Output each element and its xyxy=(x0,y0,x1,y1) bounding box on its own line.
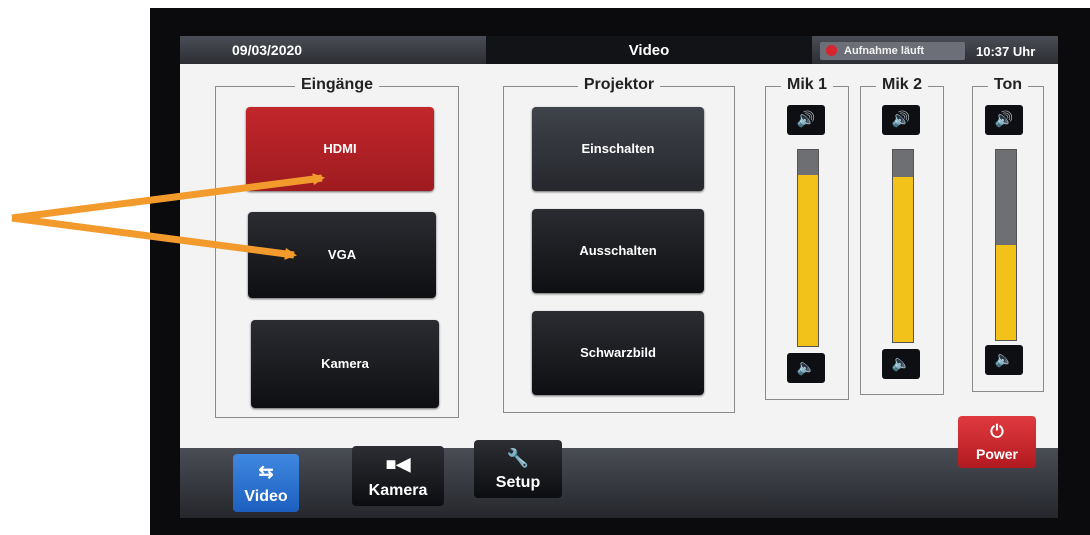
power-button[interactable]: ⏻ Power xyxy=(958,416,1036,468)
inputs-group-label: Eingänge xyxy=(294,76,379,93)
inputs-group: Eingänge HDMI VGA Kamera xyxy=(215,76,459,418)
volume-down-icon: 🔈 xyxy=(994,351,1014,368)
input-kamera-button[interactable]: Kamera xyxy=(251,320,439,408)
wrench-icon: 🔧 xyxy=(506,448,530,468)
video-camera-icon: ■◀ xyxy=(385,454,411,474)
recording-indicator: Aufnahme läuft xyxy=(820,42,965,60)
recording-label: Aufnahme läuft xyxy=(844,45,925,57)
main-content: Eingänge HDMI VGA Kamera Projektor Einsc… xyxy=(180,64,1058,448)
sound-group: Ton 🔊 🔈 xyxy=(972,76,1044,392)
mic1-group: Mik 1 🔊 🔈 xyxy=(765,76,849,400)
mic2-level-meter xyxy=(892,149,914,343)
sound-level-fill xyxy=(996,245,1016,340)
projector-group: Projektor Einschalten Ausschalten Schwar… xyxy=(503,76,735,413)
projector-group-label: Projektor xyxy=(577,76,661,93)
mic2-volume-up-button[interactable]: 🔊 xyxy=(882,105,920,135)
page-title: Video xyxy=(628,42,670,59)
sound-level-meter xyxy=(995,149,1017,341)
mic2-group: Mik 2 🔊 🔈 xyxy=(860,76,944,395)
mic2-volume-down-button[interactable]: 🔈 xyxy=(882,349,920,379)
recording-dot-icon xyxy=(826,45,837,56)
sound-volume-down-button[interactable]: 🔈 xyxy=(985,345,1023,375)
mic1-level-fill xyxy=(798,175,818,346)
nav-kamera-button[interactable]: ■◀ Kamera xyxy=(352,446,444,506)
volume-up-icon: 🔊 xyxy=(796,111,816,128)
touch-panel-screen: 09/03/2020 Video Aufnahme läuft 10:37 Uh… xyxy=(180,36,1058,518)
sound-label: Ton xyxy=(987,76,1029,93)
status-bar: 09/03/2020 Video Aufnahme läuft 10:37 Uh… xyxy=(180,36,1058,64)
mic1-volume-up-button[interactable]: 🔊 xyxy=(787,105,825,135)
volume-down-icon: 🔈 xyxy=(796,359,816,376)
time-display: 10:37 Uhr xyxy=(976,44,1036,59)
power-icon: ⏻ xyxy=(990,422,1004,441)
sound-volume-up-button[interactable]: 🔊 xyxy=(985,105,1023,135)
bottom-nav-bar: ⇆ Video ■◀ Kamera 🔧 Setup ⏻ Power xyxy=(180,416,1058,518)
projector-on-button[interactable]: Einschalten xyxy=(532,107,704,191)
mic1-label: Mik 1 xyxy=(780,76,833,93)
date-display: 09/03/2020 xyxy=(232,42,303,58)
mic1-volume-down-button[interactable]: 🔈 xyxy=(787,353,825,383)
nav-video-button[interactable]: ⇆ Video xyxy=(233,454,299,512)
input-vga-button[interactable]: VGA xyxy=(248,212,436,298)
mic2-level-fill xyxy=(893,176,913,342)
mic2-label: Mik 2 xyxy=(875,76,928,93)
volume-up-icon: 🔊 xyxy=(891,111,911,128)
title-area: Video xyxy=(486,36,812,64)
nav-setup-button[interactable]: 🔧 Setup xyxy=(474,440,562,498)
projector-blank-button[interactable]: Schwarzbild xyxy=(532,311,704,395)
mic1-level-meter xyxy=(797,149,819,347)
input-routing-icon: ⇆ xyxy=(258,462,274,482)
volume-down-icon: 🔈 xyxy=(891,355,911,372)
input-hdmi-button[interactable]: HDMI xyxy=(246,107,434,191)
volume-up-icon: 🔊 xyxy=(994,111,1014,128)
projector-off-button[interactable]: Ausschalten xyxy=(532,209,704,293)
